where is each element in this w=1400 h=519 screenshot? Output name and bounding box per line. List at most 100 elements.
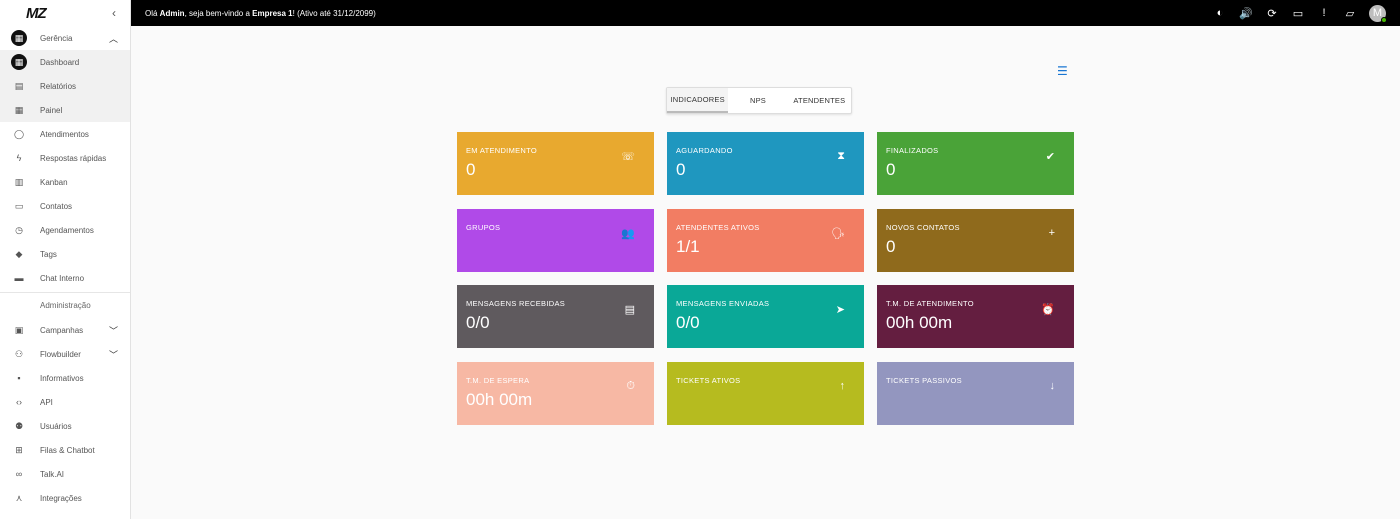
sidebar-item-flowbuilder[interactable]: ⚇ Flowbuilder ﹀ [0,342,130,366]
tab-atendentes[interactable]: ATENDENTES [788,88,851,113]
sidebar-item-label: Filas & Chatbot [40,445,95,455]
card-mensagens-enviadas: MENSAGENS ENVIADAS 0/0 ➤ [667,285,864,348]
tab-nps[interactable]: NPS [728,88,787,113]
send-icon: ➤ [835,304,845,316]
sidebar-item-label: Dashboard [40,57,80,67]
code-icon: ‹› [16,397,22,407]
sidebar-item-label: Painel [40,105,63,115]
chevron-down-icon[interactable]: ﹀ [109,324,118,337]
dashboard-icon: ▦ [11,30,27,46]
forum-icon[interactable]: ▱ [1343,7,1357,20]
timer-icon: ⏱ [626,379,635,392]
card-label: T.M. DE ATENDIMENTO [886,299,974,308]
greeting: Olá Admin, seja bem-vindo a Empresa 1! (… [145,9,376,18]
sidebar-item-talk-ai[interactable]: ∞ Talk.AI [0,462,130,486]
tab-indicadores[interactable]: INDICADORES [667,88,729,113]
card-label: T.M. DE ESPERA [466,375,530,385]
sidebar-item-label: Relatórios [40,81,77,91]
sidebar-item-usuarios[interactable]: ⚉ Usuários [0,414,130,438]
chevron-left-icon[interactable]: ‹ [112,6,116,20]
hub-icon: ⋏ [15,492,23,503]
whatsapp-icon: ◯ [13,128,25,139]
card-value: 00h 00m [886,313,953,332]
sidebar-item-label: Atendimentos [40,129,89,139]
card-value: 0 [676,160,686,179]
greeting-company: Empresa 1 [252,8,293,18]
card-aguardando: AGUARDANDO 0 ⧗ [667,132,864,195]
sidebar-item-relatorios[interactable]: ▤ Relatórios [0,74,130,98]
volume-icon[interactable]: 🔊 [1239,7,1253,20]
chevron-up-icon[interactable]: ︿ [109,32,118,45]
sidebar-item-label: Flowbuilder [40,349,81,359]
sidebar-item-label: Talk.AI [40,469,65,479]
card-tickets-ativos: TICKETS ATIVOS ↑ [667,361,864,425]
sidebar-item-informativos[interactable]: ▪ Informativos [0,366,130,390]
sidebar-item-atendimentos[interactable]: ◯ Atendimentos [0,122,130,146]
document-icon: ▤ [14,80,24,91]
hourglass-icon: ⧗ [837,150,845,162]
card-label: ATENDENTES ATIVOS [676,222,760,232]
sidebar-item-respostas-rapidas[interactable]: ϟ Respostas rápidas [0,146,130,170]
calendar-check-icon: ▣ [14,324,24,335]
sidebar-item-label: Informativos [40,373,84,383]
card-grupos: GRUPOS 👥 [457,208,654,272]
sidebar-item-label: Chat Interno [40,273,85,283]
sidebar-item-kanban[interactable]: ▥ Kanban [0,170,130,194]
card-label: AGUARDANDO [676,146,733,155]
tag-icon: ◆ [15,248,23,259]
sidebar-item-agendamentos[interactable]: ◷ Agendamentos [0,218,130,242]
announcement-icon: ▪ [17,373,21,383]
brightness-icon[interactable]: ◐ [1213,7,1227,19]
arrow-down-icon: ↓ [1049,379,1056,392]
sidebar-item-label: Integrações [40,493,82,503]
sidebar-item-label: Respostas rápidas [40,153,107,163]
kanban-icon: ▥ [14,176,24,187]
clock-icon: ◷ [15,224,23,235]
flow-icon: ⚇ [14,348,24,359]
indicator-cards: EM ATENDIMENTO 0 ☏ AGUARDANDO 0 ⧗ FINALIZADOS 0… [457,132,1074,425]
sidebar-item-label: Usuários [40,421,72,431]
sidebar-item-label: Contatos [40,201,73,211]
sidebar-item-filas-chatbot[interactable]: ⊞ Filas & Chatbot [0,438,130,462]
chevron-down-icon[interactable]: ﹀ [109,348,118,361]
card-label: MENSAGENS ENVIADAS [676,299,770,308]
card-value: 0/0 [676,313,700,332]
message-icon[interactable]: ▭ [1291,7,1305,20]
sidebar-item-contatos[interactable]: ▭ Contatos [0,194,130,218]
card-t-m-de-espera: T.M. DE ESPERA 00h 00m ⏱ [457,361,654,425]
card-label: NOVOS CONTATOS [886,222,960,232]
card-value: 0 [466,160,476,179]
sidebar-item-painel[interactable]: ▦ Painel [0,98,130,122]
logo-row: MZ ‹ [0,0,130,26]
queue-icon: ⊞ [15,444,23,455]
alarm-icon: ⏰ [1041,304,1055,316]
alert-icon[interactable]: ! [1317,7,1331,19]
sidebar-item-label: API [40,397,53,407]
sidebar-item-tags[interactable]: ◆ Tags [0,242,130,266]
sidebar-item-campanhas[interactable]: ▣ Campanhas ﹀ [0,318,130,342]
sidebar-item-dashboard[interactable]: ▦ Dashboard [0,50,130,74]
card-value: 0/0 [466,313,490,332]
sidebar-item-gerencia[interactable]: ▦ Gerência ︿ [0,26,130,50]
infinity-icon: ∞ [15,469,23,479]
card-label: MENSAGENS RECEBIDAS [466,299,566,308]
sidebar: MZ ‹ ▦ Gerência ︿ ▦ Dashboard ▤ Relatórios ▦ Pai… [0,0,131,519]
greeting-middle: , seja bem-vindo a [184,8,253,18]
grid-icon: ▦ [11,54,27,70]
users-icon: ⚉ [14,420,24,431]
card-value: 1/1 [676,236,700,256]
filter-icon[interactable]: ☰ [1057,64,1068,78]
greeting-prefix: Olá [145,8,160,18]
card-value: 0 [886,160,896,179]
card-label: FINALIZADOS [886,146,939,155]
contact-card-icon: ▭ [14,200,24,211]
avatar[interactable]: M [1369,4,1387,23]
check-circle-icon: ✔ [1045,151,1055,163]
sidebar-item-api[interactable]: ‹› API [0,390,130,414]
sidebar-item-chat-interno[interactable]: ▬ Chat Interno [0,266,130,290]
card-novos-contatos: NOVOS CONTATOS 0 + [877,208,1074,272]
sidebar-item-integracoes[interactable]: ⋏ Integrações [0,486,130,510]
refresh-icon[interactable]: ⟳ [1265,7,1279,20]
card-value: 00h 00m [466,389,533,409]
sidebar-item-label: Tags [40,249,57,259]
